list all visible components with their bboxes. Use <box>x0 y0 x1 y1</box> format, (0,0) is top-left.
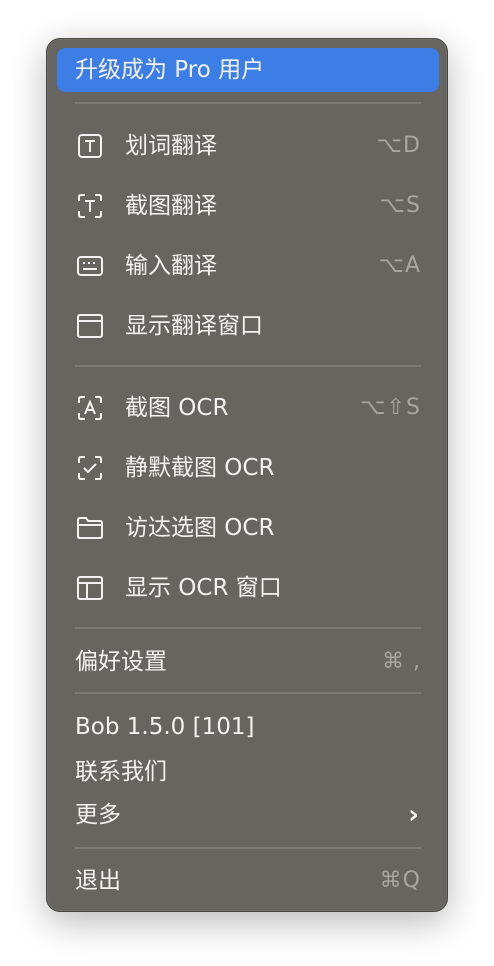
separator <box>75 102 421 104</box>
status-bar-menu: 升级成为 Pro 用户 划词翻译 ⌥D 截图翻译 ⌥S 输入翻译 ⌥A 显示翻译… <box>46 38 448 912</box>
folder-icon <box>77 515 103 541</box>
text-select-icon <box>77 133 103 159</box>
text-selection-translate-item[interactable]: 划词翻译 ⌥D <box>57 124 439 168</box>
preferences-item[interactable]: 偏好设置 ⌘ , <box>57 640 439 684</box>
screenshot-ocr-label: 截图 OCR <box>125 395 229 421</box>
finder-ocr-label: 访达选图 OCR <box>125 515 275 541</box>
screenshot-translate-shortcut: ⌥S <box>379 193 421 218</box>
preferences-shortcut: ⌘ , <box>382 649 421 674</box>
silent-screenshot-ocr-item[interactable]: 静默截图 OCR <box>57 446 439 490</box>
input-translate-label: 输入翻译 <box>125 253 217 279</box>
show-translate-window-label: 显示翻译窗口 <box>125 313 263 339</box>
separator <box>75 847 421 849</box>
screenshot-ocr-icon <box>77 395 103 421</box>
preferences-label: 偏好设置 <box>75 649 167 675</box>
upgrade-pro-item[interactable]: 升级成为 Pro 用户 <box>57 48 439 92</box>
input-translate-shortcut: ⌥A <box>378 253 421 278</box>
quit-item[interactable]: 退出 ⌘Q <box>57 859 439 903</box>
chevron-right-icon: › <box>408 800 419 830</box>
quit-label: 退出 <box>75 868 121 894</box>
version-item[interactable]: Bob 1.5.0 [101] <box>57 705 439 749</box>
window-icon <box>77 313 103 339</box>
separator <box>75 692 421 694</box>
upgrade-pro-label: 升级成为 Pro 用户 <box>75 57 265 83</box>
screenshot-ocr-shortcut: ⌥⇧S <box>360 395 421 420</box>
version-label: Bob 1.5.0 [101] <box>75 714 255 740</box>
separator <box>75 365 421 367</box>
finder-ocr-item[interactable]: 访达选图 OCR <box>57 506 439 550</box>
screenshot-text-icon <box>77 193 103 219</box>
keyboard-icon <box>77 253 103 279</box>
show-ocr-window-item[interactable]: 显示 OCR 窗口 <box>57 566 439 610</box>
text-selection-translate-label: 划词翻译 <box>125 133 217 159</box>
silent-screenshot-icon <box>77 455 103 481</box>
show-ocr-window-label: 显示 OCR 窗口 <box>125 575 282 601</box>
ocr-window-icon <box>77 575 103 601</box>
screenshot-translate-item[interactable]: 截图翻译 ⌥S <box>57 184 439 228</box>
more-item[interactable]: 更多 › <box>57 793 439 837</box>
text-selection-translate-shortcut: ⌥D <box>376 133 421 158</box>
input-translate-item[interactable]: 输入翻译 ⌥A <box>57 244 439 288</box>
screenshot-translate-label: 截图翻译 <box>125 193 217 219</box>
silent-screenshot-ocr-label: 静默截图 OCR <box>125 455 275 481</box>
quit-shortcut: ⌘Q <box>379 868 421 893</box>
contact-us-label: 联系我们 <box>75 759 167 785</box>
show-translate-window-item[interactable]: 显示翻译窗口 <box>57 304 439 348</box>
contact-us-item[interactable]: 联系我们 <box>57 750 439 794</box>
more-label: 更多 <box>75 802 121 828</box>
separator <box>75 627 421 629</box>
screenshot-ocr-item[interactable]: 截图 OCR ⌥⇧S <box>57 386 439 430</box>
